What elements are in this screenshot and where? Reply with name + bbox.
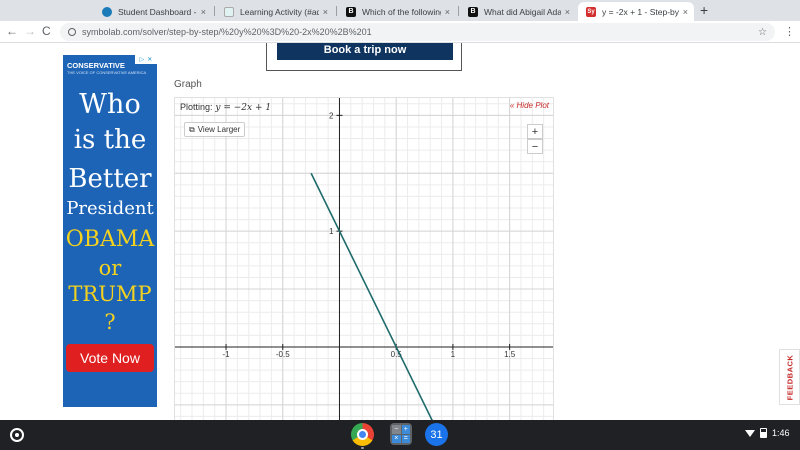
y-tick-label: 1 <box>329 227 334 236</box>
ad-close-icon[interactable]: ✕ <box>147 56 152 63</box>
tab-title: Which of the following rep <box>362 6 441 17</box>
function-plot[interactable]: -1 -0.5 0.5 1 1.521 <box>175 98 554 420</box>
calendar-app-icon[interactable]: 31 <box>425 423 448 446</box>
close-tab-icon[interactable]: × <box>565 7 570 17</box>
zoom-in-button[interactable]: + <box>527 124 543 139</box>
tab-title: What did Abigail Adams <box>484 6 561 17</box>
tab-strip: Student Dashboard - Time × Learning Acti… <box>0 0 800 21</box>
reload-icon[interactable]: C <box>42 24 51 38</box>
new-tab-button[interactable]: + <box>700 2 708 18</box>
close-tab-icon[interactable]: × <box>201 7 206 17</box>
back-icon[interactable]: ← <box>6 24 18 38</box>
view-larger-label: View Larger <box>197 125 241 134</box>
calc-minus-icon: − <box>392 425 401 434</box>
tab-title: Student Dashboard - Time <box>118 6 197 17</box>
browser-tab[interactable]: B Which of the following rep × <box>338 2 456 21</box>
clock-time: 1:46 <box>772 428 790 438</box>
tab-separator <box>458 6 459 16</box>
page-content: Book a trip now CONSERVATIVE THE VOICE O… <box>0 43 800 420</box>
browser-tab[interactable]: B What did Abigail Adams × <box>460 2 576 21</box>
calc-times-icon: × <box>392 434 401 443</box>
running-indicator <box>361 447 364 449</box>
ad-line-highlight: ? <box>104 310 116 334</box>
address-bar[interactable]: symbolab.com/solver/step-by-step/%20y%20… <box>60 23 775 41</box>
plotting-label: Plotting: <box>180 102 213 112</box>
zoom-out-button[interactable]: − <box>527 139 543 154</box>
forward-icon[interactable]: → <box>24 24 36 38</box>
ad-line: is the <box>73 125 147 155</box>
browser-tab[interactable]: Learning Activity (#aqh10 × <box>216 2 334 21</box>
browser-tab-active[interactable]: Sy y = -2x + 1 - Step-by-Step × <box>578 2 694 21</box>
chrome-app-icon[interactable] <box>351 423 374 446</box>
graph-panel: -1 -0.5 0.5 1 1.5 2 1 Plotting: y = −2x + 1 « … <box>174 97 554 420</box>
feedback-tab[interactable]: FEEDBACK <box>779 349 800 405</box>
ad-line-highlight: or <box>98 256 122 280</box>
browser-toolbar: ← → C symbolab.com/solver/step-by-step/%… <box>0 21 800 43</box>
x-tick-label: 1.5 <box>504 350 516 359</box>
feedback-label: FEEDBACK <box>785 354 795 400</box>
expand-icon: ⧉ <box>189 124 195 134</box>
x-tick-label: 1 <box>451 350 456 359</box>
booking-ad-box: Book a trip now <box>266 43 462 71</box>
close-tab-icon[interactable]: × <box>445 7 450 17</box>
bookmark-star-icon[interactable]: ☆ <box>758 27 767 38</box>
x-tick-label: -0.5 <box>276 350 290 359</box>
ad-line: Better <box>68 164 152 194</box>
browser-tab[interactable]: Student Dashboard - Time × <box>94 2 212 21</box>
calc-equals-icon: = <box>401 434 410 443</box>
browser-menu-icon[interactable]: ⋮ <box>784 25 795 38</box>
calc-plus-icon: + <box>401 425 410 434</box>
y-tick-label: 2 <box>329 111 334 120</box>
page-favicon-icon <box>224 6 234 17</box>
plotting-caption: Plotting: y = −2x + 1 <box>180 102 271 113</box>
graph-heading: Graph <box>174 79 202 90</box>
tab-separator <box>214 6 215 16</box>
x-tick-label: -1 <box>222 350 230 359</box>
ad-brand-tagline: THE VOICE OF CONSERVATIVE AMERICA <box>67 70 147 75</box>
ad-choices-badge[interactable]: ▷ ✕ <box>135 55 157 64</box>
wifi-icon <box>745 429 755 437</box>
close-tab-icon[interactable]: × <box>683 7 688 17</box>
ad-brand-logo: CONSERVATIVE <box>67 61 125 70</box>
tab-title: y = -2x + 1 - Step-by-Step <box>602 6 679 17</box>
ad-line: President <box>66 198 154 219</box>
symbolab-favicon-icon: Sy <box>586 6 596 17</box>
ad-line: Who <box>79 89 141 120</box>
tab-separator <box>336 6 337 16</box>
ad-choices-icon: ▷ <box>139 57 145 63</box>
view-larger-button[interactable]: ⧉ View Larger <box>184 122 246 137</box>
ad-line-highlight: OBAMA <box>65 227 155 252</box>
battery-icon <box>760 428 767 438</box>
hide-plot-link[interactable]: « Hide Plot <box>510 101 549 110</box>
status-tray[interactable]: 1:46 <box>745 428 790 438</box>
political-ad-banner[interactable]: CONSERVATIVE THE VOICE OF CONSERVATIVE A… <box>63 55 157 407</box>
book-trip-button[interactable]: Book a trip now <box>277 43 453 60</box>
function-line <box>310 172 433 420</box>
tab-title: Learning Activity (#aqh10 <box>240 6 319 17</box>
ad-line-highlight: TRUMP <box>68 282 152 306</box>
brainly-favicon-icon: B <box>468 6 478 17</box>
plotting-equation: y = −2x + 1 <box>215 103 272 113</box>
launcher-icon[interactable] <box>10 428 24 442</box>
calculator-app-icon[interactable]: − + × = <box>390 423 412 445</box>
vote-now-button[interactable]: Vote Now <box>66 344 154 372</box>
url-text: symbolab.com/solver/step-by-step/%20y%20… <box>82 27 372 37</box>
os-shelf: − + × = 31 1:46 <box>0 420 800 450</box>
brainly-favicon-icon: B <box>346 6 356 17</box>
globe-favicon-icon <box>102 6 112 17</box>
close-tab-icon[interactable]: × <box>323 7 328 17</box>
lock-icon <box>68 28 76 36</box>
